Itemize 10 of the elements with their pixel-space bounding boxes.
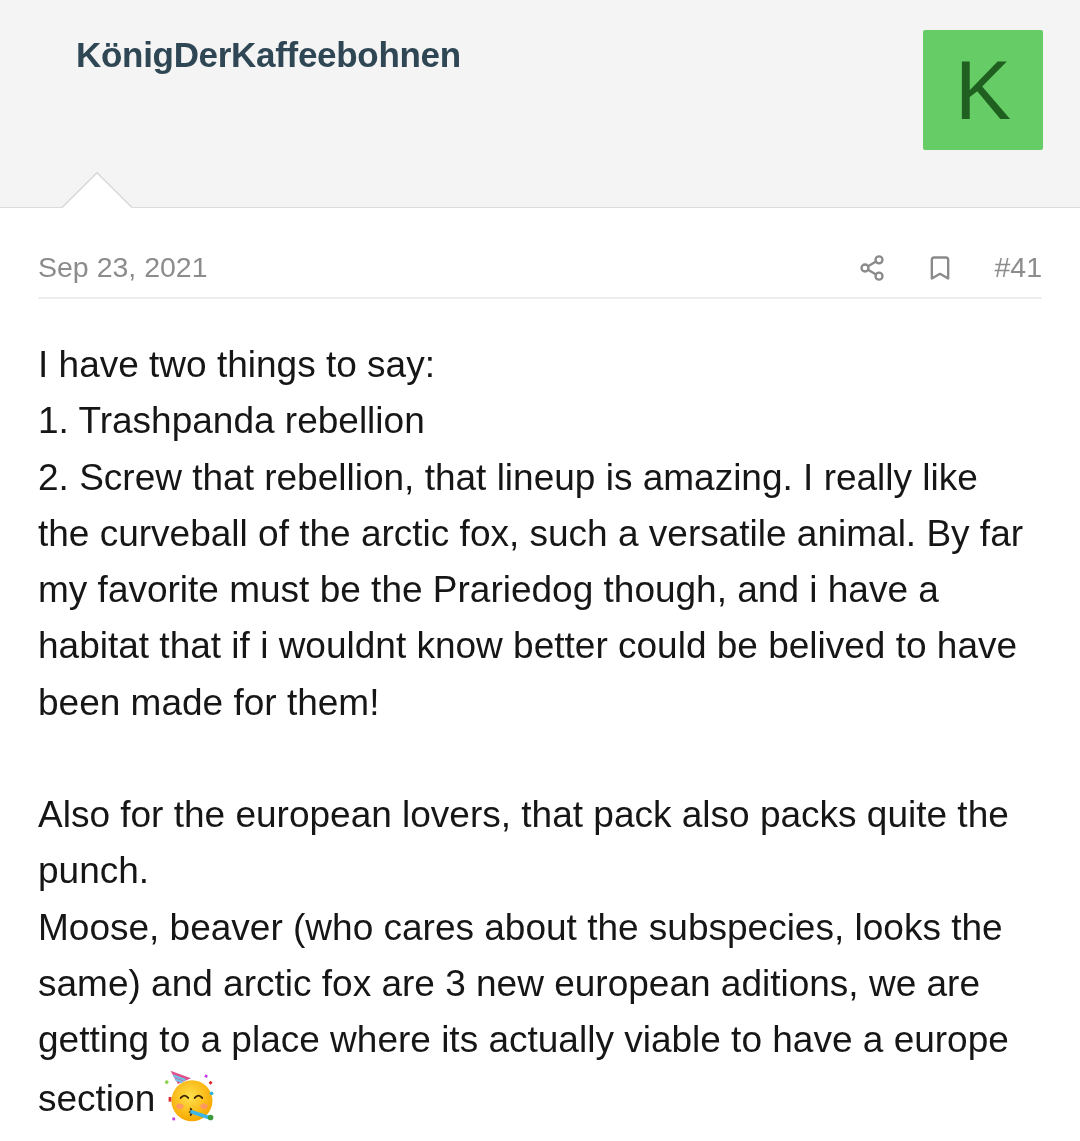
post-text: 1. Trashpanda rebellion [38, 399, 426, 444]
post-text: Also for the european lovers, that pack also packs quite the punch. [38, 793, 1010, 894]
post-text: Moose, beaver (who cares about the subspecies, looks the same) and arctic fox are 3 new european aditions, we are getting to a place where its actually viable to have a europe section [38, 899, 1031, 1127]
share-icon[interactable] [858, 253, 887, 282]
author-name[interactable]: KönigDerKaffeebohnen [76, 35, 461, 75]
post-number[interactable]: #41 [994, 246, 1042, 289]
post-text: I have two things to say: [38, 343, 436, 387]
author-avatar[interactable]: K [923, 30, 1043, 150]
post-text: 2. Screw that rebellion, that lineup is amazing. I really like the curveball of the arctic fox, such a versatile animal. By far my favorite must be the Prariedog though, and i have a habitat that if i wouldnt know better could be belived to have been made for them! [38, 455, 1025, 725]
post-date[interactable]: Sep 23, 2021 [38, 246, 208, 289]
